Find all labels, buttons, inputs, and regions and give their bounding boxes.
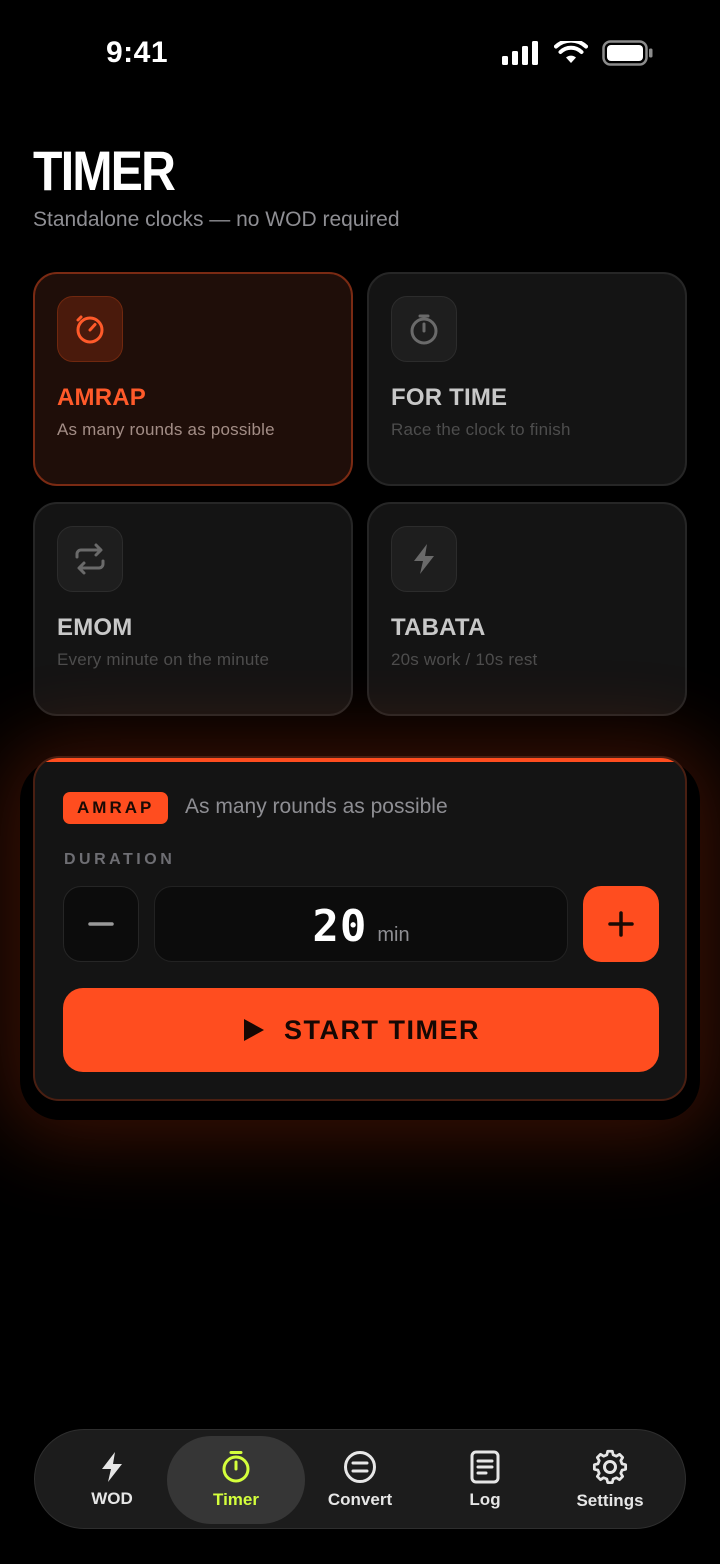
mode-card-amrap[interactable]: AMRAP As many rounds as possible bbox=[33, 272, 353, 486]
start-timer-button[interactable]: START TIMER bbox=[63, 988, 659, 1072]
mode-icon-box bbox=[57, 526, 123, 592]
tab-label: Timer bbox=[213, 1490, 259, 1509]
increase-duration-button[interactable] bbox=[583, 886, 659, 962]
mode-name: EMOM bbox=[57, 614, 133, 641]
timer-icon bbox=[76, 315, 104, 344]
status-time: 9:41 bbox=[106, 36, 169, 69]
timer-config-panel: AMRAP As many rounds as possible DURATIO… bbox=[33, 756, 687, 1101]
tab-label: WOD bbox=[91, 1489, 133, 1508]
gear-icon bbox=[592, 1449, 628, 1484]
mode-desc: Race the clock to finish bbox=[391, 420, 571, 439]
status-bar: 9:41 bbox=[0, 0, 720, 100]
repeat-icon bbox=[75, 543, 105, 575]
decrease-duration-button[interactable] bbox=[63, 886, 139, 962]
panel-mode-desc: As many rounds as possible bbox=[185, 795, 448, 818]
stopwatch-icon bbox=[410, 314, 438, 345]
mode-badge: AMRAP bbox=[63, 792, 169, 824]
status-icons bbox=[502, 40, 654, 66]
log-icon bbox=[470, 1450, 500, 1484]
page-title: TIMER bbox=[33, 139, 176, 202]
tab-label: Settings bbox=[576, 1491, 644, 1510]
duration-label: DURATION bbox=[64, 851, 176, 868]
mode-desc: As many rounds as possible bbox=[57, 420, 275, 439]
mode-card-for-time[interactable]: FOR TIME Race the clock to finish bbox=[367, 272, 687, 486]
convert-icon bbox=[344, 1451, 376, 1483]
tab-wod[interactable]: WOD bbox=[43, 1436, 181, 1524]
mode-icon-box bbox=[391, 296, 457, 362]
tab-convert[interactable]: Convert bbox=[291, 1436, 429, 1524]
mode-desc: 20s work / 10s rest bbox=[391, 650, 538, 669]
mode-name: AMRAP bbox=[57, 384, 146, 411]
tab-label: Log bbox=[469, 1490, 501, 1509]
plus-icon bbox=[608, 911, 634, 937]
battery-icon bbox=[602, 40, 653, 66]
mode-card-emom[interactable]: EMOM Every minute on the minute bbox=[33, 502, 353, 716]
panel-accent-bar bbox=[35, 758, 685, 762]
tab-settings[interactable]: Settings bbox=[541, 1436, 679, 1524]
mode-icon-box bbox=[57, 296, 123, 362]
tab-bar: WOD Timer Convert Log Settings bbox=[34, 1429, 686, 1529]
lightning-icon bbox=[102, 1452, 122, 1482]
mode-name: TABATA bbox=[391, 614, 486, 641]
duration-unit: min bbox=[377, 924, 410, 946]
mode-desc: Every minute on the minute bbox=[57, 650, 270, 669]
tab-label: Convert bbox=[327, 1490, 393, 1509]
signal-icon bbox=[502, 41, 538, 65]
wifi-icon bbox=[554, 41, 588, 63]
lightning-icon bbox=[414, 544, 434, 574]
mode-card-tabata[interactable]: TABATA 20s work / 10s rest bbox=[367, 502, 687, 716]
page-subtitle: Standalone clocks — no WOD required bbox=[33, 208, 400, 231]
minus-icon bbox=[88, 922, 114, 926]
timer-icon bbox=[222, 1451, 250, 1483]
tab-timer[interactable]: Timer bbox=[167, 1436, 305, 1524]
duration-value: 20 bbox=[312, 901, 368, 952]
play-icon bbox=[244, 1019, 264, 1041]
mode-icon-box bbox=[391, 526, 457, 592]
tab-log[interactable]: Log bbox=[416, 1436, 554, 1524]
duration-display[interactable]: 20 min bbox=[154, 886, 568, 962]
mode-name: FOR TIME bbox=[391, 384, 508, 411]
start-timer-label: START TIMER bbox=[284, 1014, 480, 1045]
